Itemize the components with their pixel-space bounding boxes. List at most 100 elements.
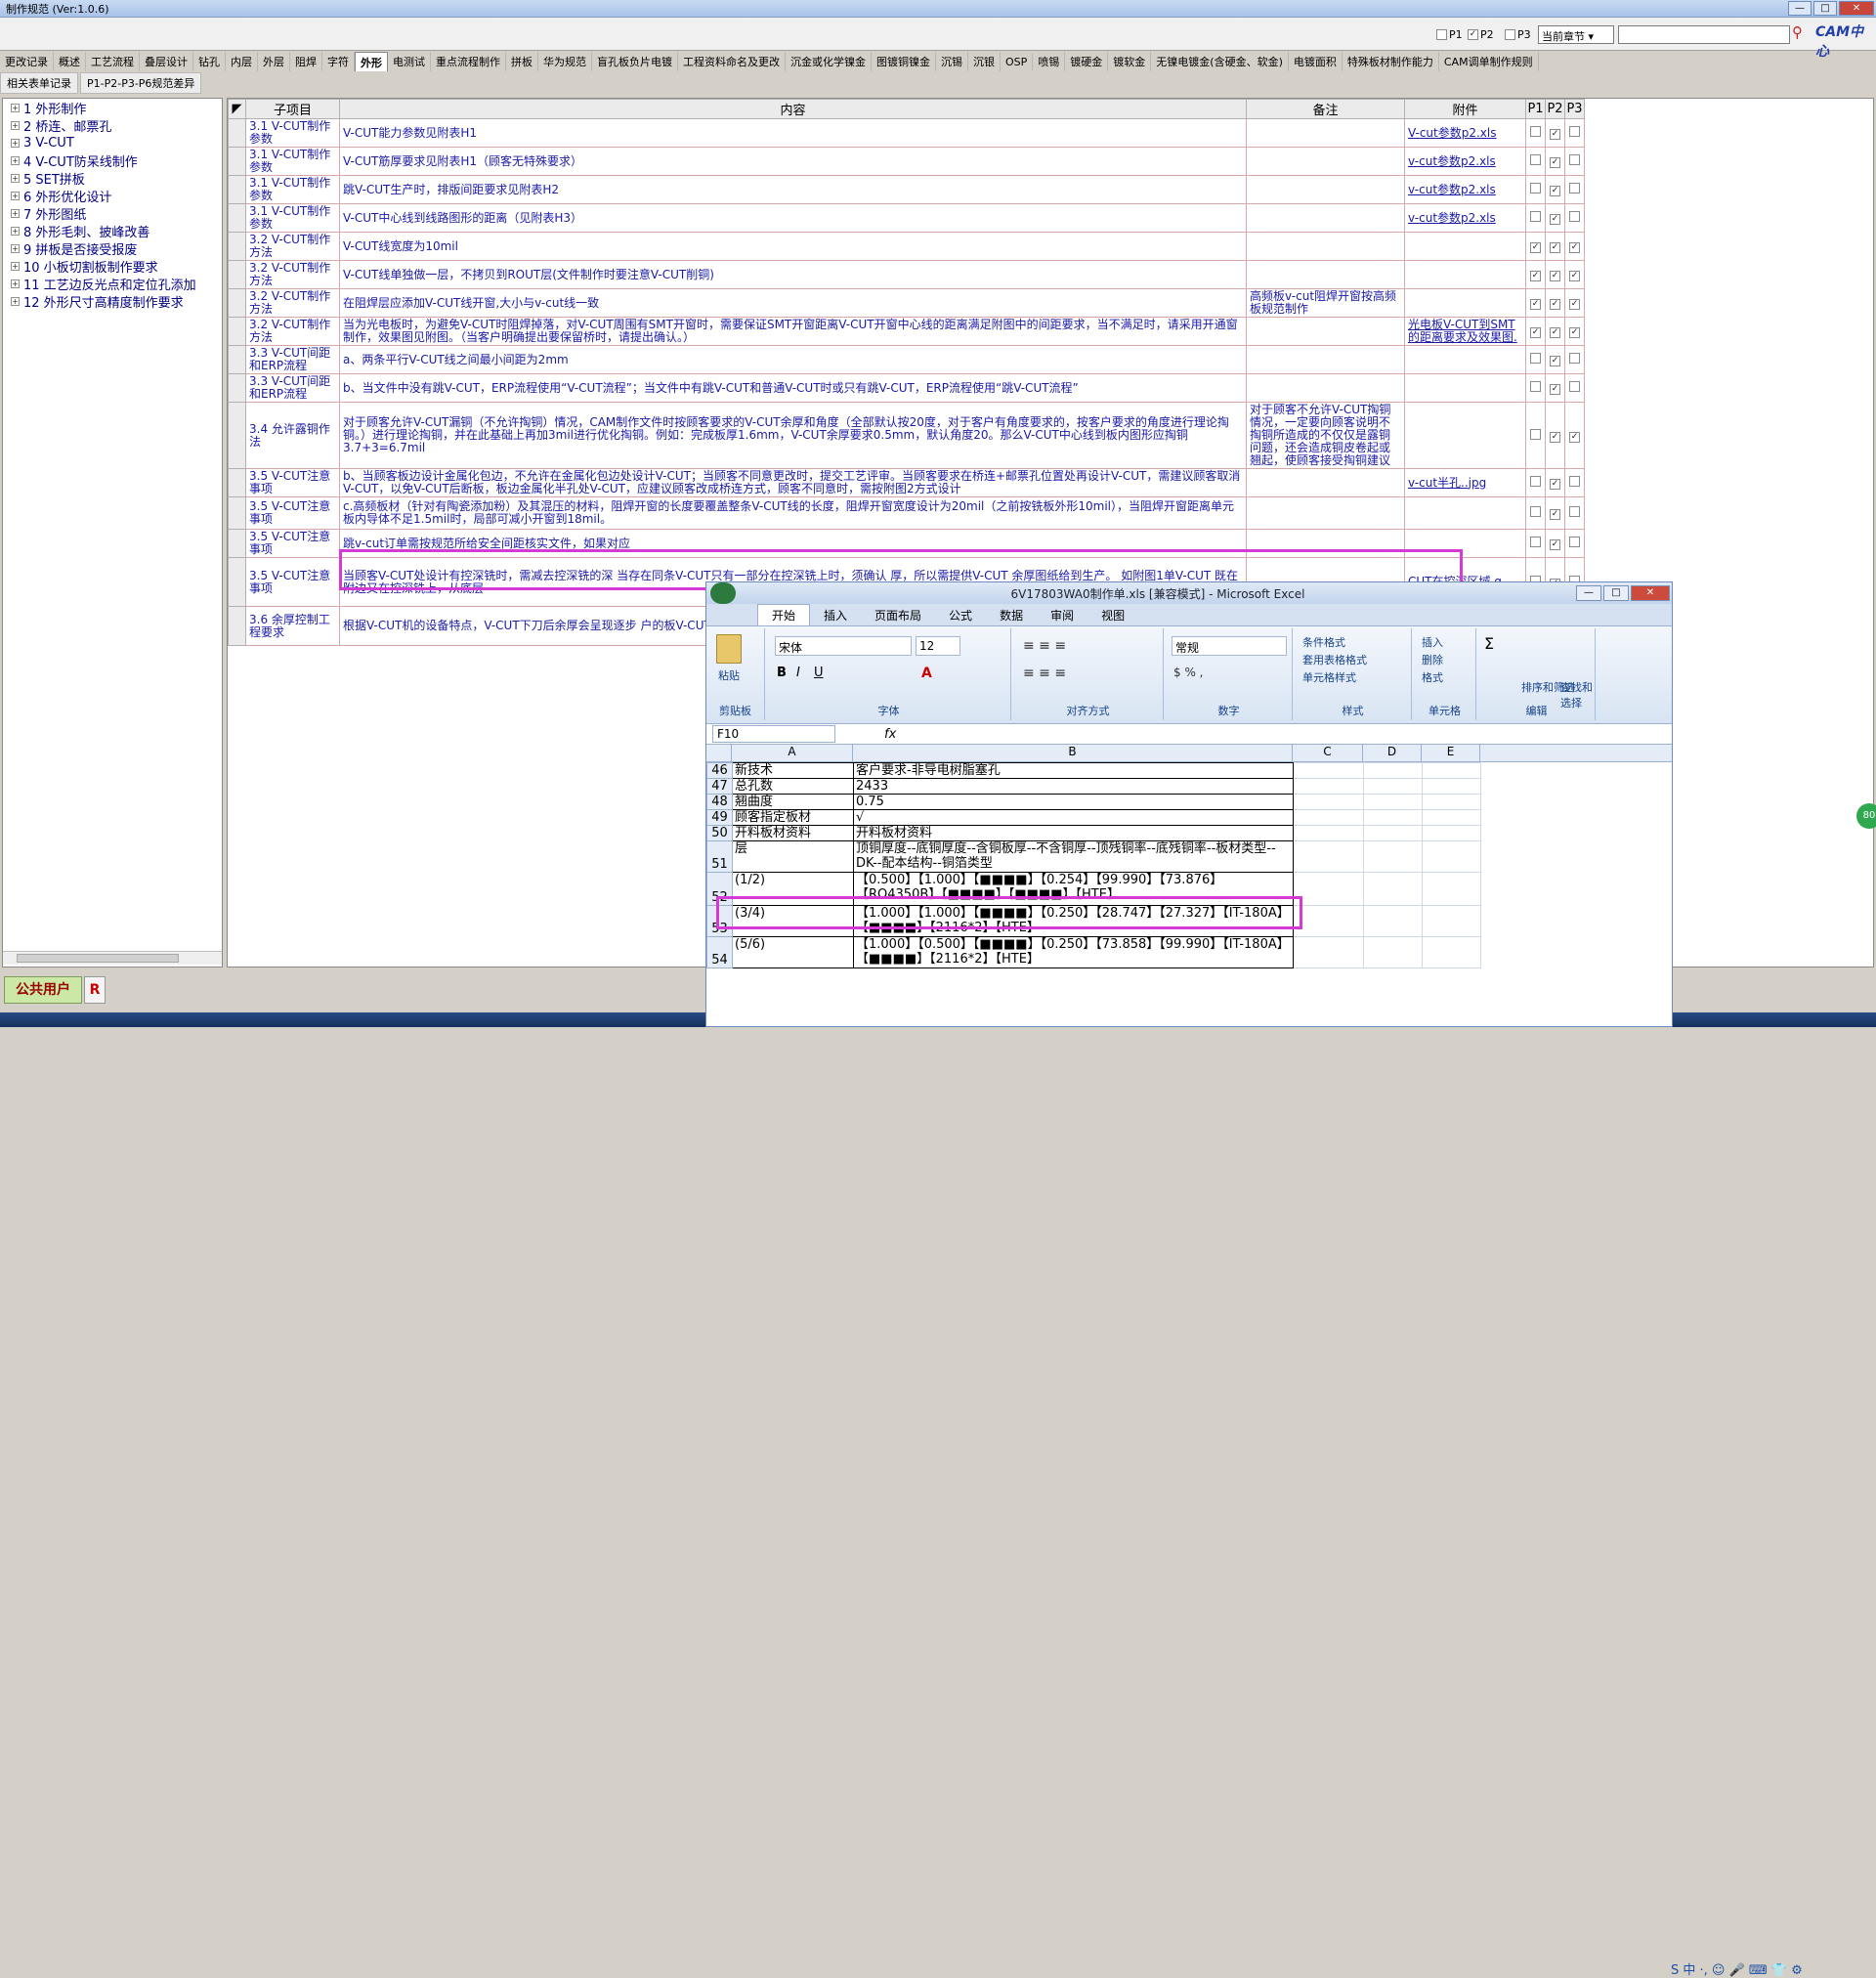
tab-24[interactable]: 无镍电镀金(含硬金、软金) (1151, 52, 1289, 71)
cell-b[interactable]: 0.75 (853, 794, 1294, 810)
p2-row-checkbox[interactable]: ✓ (1550, 539, 1560, 550)
floating-badge[interactable]: 80 (1856, 803, 1876, 829)
p3-row-checkbox[interactable]: ✓ (1569, 242, 1580, 253)
p2-row-checkbox[interactable]: ✓ (1550, 509, 1560, 520)
col-header-A[interactable]: A (732, 745, 853, 761)
excel-close-button[interactable]: ✕ (1631, 585, 1670, 601)
p2-row-checkbox[interactable]: ✓ (1550, 479, 1560, 490)
col-header-p2[interactable]: P2 (1545, 99, 1565, 119)
chapter-select[interactable]: 当前章节 ▾ (1538, 25, 1614, 44)
p2-checkbox[interactable]: ✓ (1468, 29, 1478, 40)
cell-c[interactable] (1293, 936, 1364, 968)
excel-tab-1[interactable]: 插入 (810, 605, 861, 625)
cell-c[interactable] (1293, 840, 1364, 873)
cell-b[interactable]: 顶铜厚度--底铜厚度--含铜板厚--不含铜厚--顶残铜率--底残铜率--板材类型… (853, 840, 1294, 873)
cell-attachment-link[interactable] (1404, 402, 1526, 469)
delete-cell-button[interactable]: 删除 (1422, 652, 1443, 667)
cell-d[interactable] (1363, 840, 1423, 873)
r-button[interactable]: R (84, 976, 106, 1004)
cell-c[interactable] (1293, 825, 1364, 841)
excel-tab-5[interactable]: 审阅 (1037, 605, 1087, 625)
paste-icon[interactable] (716, 634, 742, 664)
cell-style-button[interactable]: 单元格样式 (1302, 669, 1356, 685)
row-number[interactable]: 54 (706, 936, 733, 968)
tab-19[interactable]: 沉银 (968, 52, 1001, 71)
tree-node[interactable]: +5 SET拼板 (3, 169, 222, 188)
col-header-D[interactable]: D (1363, 745, 1422, 761)
bold-button[interactable]: B (777, 666, 787, 680)
p3-row-checkbox[interactable] (1569, 126, 1580, 137)
expand-icon[interactable]: + (11, 261, 20, 271)
number-format-select[interactable]: 常规 (1172, 636, 1287, 656)
cell-d[interactable] (1363, 905, 1423, 937)
office-button-icon[interactable] (710, 582, 736, 604)
tab-6[interactable]: 外层 (258, 52, 290, 71)
row-number[interactable]: 49 (706, 809, 733, 826)
p3-checkbox[interactable] (1505, 29, 1515, 40)
grid-row[interactable]: 3.4 允许露铜作法 对于顾客允许V-CUT漏铜（不允许掏铜）情况，CAM制作文件… (228, 402, 1585, 469)
tab-27[interactable]: CAM调单制作规则 (1439, 52, 1539, 71)
p3-row-checkbox[interactable] (1569, 381, 1580, 392)
cell-d[interactable] (1363, 936, 1423, 968)
cell-b[interactable]: 2433 (853, 778, 1294, 795)
expand-icon[interactable]: + (11, 191, 20, 200)
cell-attachment-link[interactable] (1404, 373, 1526, 403)
p2-row-checkbox[interactable]: ✓ (1550, 157, 1560, 168)
p3-row-checkbox[interactable] (1569, 506, 1580, 517)
expand-icon[interactable]: + (11, 155, 20, 165)
p1-row-checkbox[interactable] (1530, 126, 1541, 137)
p1-row-checkbox[interactable]: ✓ (1530, 271, 1541, 281)
paste-button[interactable]: 粘贴 (718, 667, 740, 683)
format-cell-button[interactable]: 格式 (1422, 669, 1443, 685)
public-user-button[interactable]: 公共用户 (4, 976, 82, 1004)
cell-a[interactable]: (5/6) (732, 936, 854, 968)
subtab-1[interactable]: P1-P2-P3-P6规范差异 (80, 72, 202, 94)
p2-row-checkbox[interactable]: ✓ (1550, 299, 1560, 310)
cell-b[interactable]: 客户要求-非导电树脂塞孔 (853, 762, 1294, 779)
grid-row[interactable]: 3.5 V-CUT注意事项 b、当顾客板边设计金属化包边，不允许在金属化包边处设计… (228, 468, 1585, 497)
cell-e[interactable] (1422, 809, 1481, 826)
cell-c[interactable] (1293, 872, 1364, 906)
cell-c[interactable] (1293, 794, 1364, 810)
sum-icon[interactable]: Σ (1484, 634, 1494, 653)
cell-a[interactable]: 开料板材资料 (732, 825, 854, 841)
cell-attachment-link[interactable] (1404, 288, 1526, 318)
justify-icons[interactable]: ≡ ≡ ≡ (1023, 666, 1066, 681)
percent-icon[interactable]: $ % , (1173, 666, 1203, 679)
cell-a[interactable]: 总孔数 (732, 778, 854, 795)
cell-d[interactable] (1363, 872, 1423, 906)
tab-18[interactable]: 沉锡 (936, 52, 968, 71)
p3-row-checkbox[interactable]: ✓ (1569, 431, 1580, 443)
p3-row-checkbox[interactable]: ✓ (1569, 271, 1580, 281)
row-number[interactable]: 46 (706, 762, 733, 779)
p1-row-checkbox[interactable] (1530, 428, 1541, 440)
tree-node[interactable]: +7 外形图纸 (3, 204, 222, 223)
p3-row-checkbox[interactable] (1569, 537, 1580, 547)
cell-e[interactable] (1422, 936, 1481, 968)
p3-row-checkbox[interactable] (1569, 183, 1580, 194)
expand-icon[interactable]: + (11, 173, 20, 183)
cell-b[interactable]: 开料板材资料 (853, 825, 1294, 841)
tree-node[interactable]: +3 V-CUT (3, 134, 222, 151)
expand-icon[interactable]: + (11, 208, 20, 218)
p1-row-checkbox[interactable] (1530, 476, 1541, 487)
grid-row[interactable]: 3.2 V-CUT制作方法 当为光电板时，为避免V-CUT时阻焊掉落，对V-CUT… (228, 317, 1585, 346)
col-header-E[interactable]: E (1422, 745, 1480, 761)
p1-filter[interactable]: P1 (1436, 28, 1463, 41)
tab-22[interactable]: 镀硬金 (1065, 52, 1109, 71)
p2-row-checkbox[interactable]: ✓ (1550, 129, 1560, 140)
tab-21[interactable]: 喷锡 (1033, 52, 1066, 71)
expand-icon[interactable]: + (11, 138, 20, 148)
cell-e[interactable] (1422, 794, 1481, 810)
tab-20[interactable]: OSP (1001, 53, 1034, 70)
maximize-button[interactable]: □ (1813, 1, 1837, 16)
table-format-button[interactable]: 套用表格格式 (1302, 652, 1367, 667)
p1-row-checkbox[interactable] (1530, 183, 1541, 194)
tab-23[interactable]: 镀软金 (1108, 52, 1152, 71)
subtab-0[interactable]: 相关表单记录 (0, 72, 78, 94)
cell-b[interactable]: √ (853, 809, 1294, 826)
cell-attachment-link[interactable]: v-cut参数p2.xls (1404, 147, 1526, 176)
tree-node[interactable]: +11 工艺边反光点和定位孔添加 (3, 275, 222, 293)
p2-row-checkbox[interactable]: ✓ (1550, 384, 1560, 395)
cell-attachment-link[interactable]: v-cut参数p2.xls (1404, 203, 1526, 233)
